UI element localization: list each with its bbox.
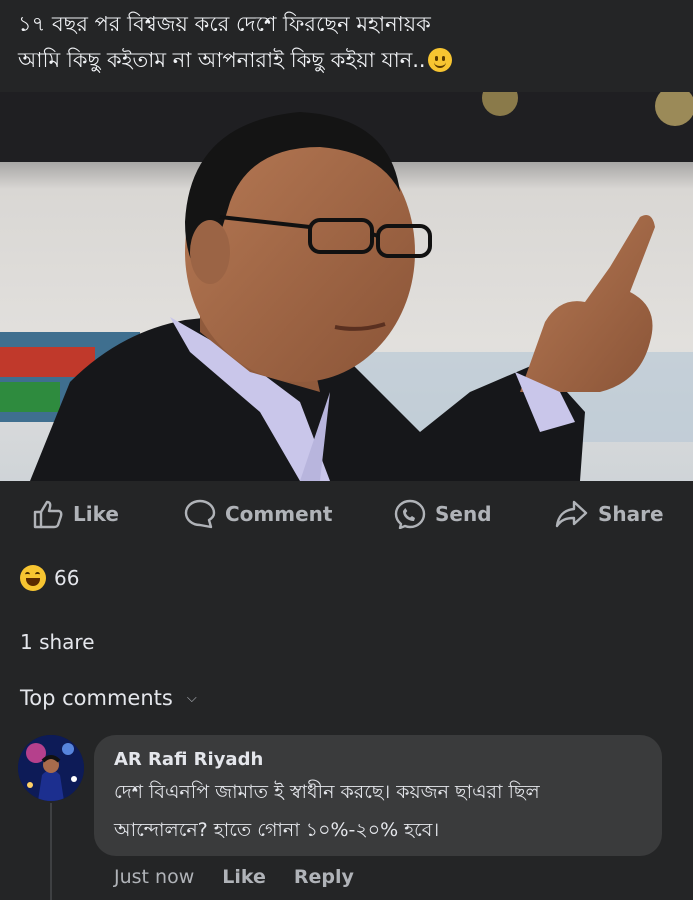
- post-caption-line-2: আমি কিছু কইতাম না আপনারাই কিছু কইয়া যান…: [18, 42, 675, 78]
- comment-bubble[interactable]: AR Rafi Riyadh দেশ বিএনপি জামাত ই স্বাধী…: [94, 735, 662, 856]
- post-photo[interactable]: [0, 92, 693, 481]
- comment-author[interactable]: AR Rafi Riyadh: [114, 747, 642, 773]
- like-button[interactable]: Like: [32, 499, 119, 529]
- comment-text: দেশ বিএনপি জামাত ই স্বাধীন করছে। কয়জন ছ…: [114, 773, 642, 849]
- comment-button-label: Comment: [225, 502, 333, 526]
- avatar-image: [18, 735, 84, 801]
- post-caption: ১৭ বছর পর বিশ্বজয় করে দেশে ফিরছেন মহানা…: [0, 0, 693, 92]
- messenger-icon: [394, 499, 426, 529]
- share-button-label: Share: [598, 502, 664, 526]
- reaction-summary[interactable]: 66: [20, 565, 79, 591]
- thread-line: [50, 803, 52, 900]
- photo-illustration: [0, 92, 693, 481]
- comment-like-button[interactable]: Like: [222, 866, 266, 888]
- comment-filter-dropdown[interactable]: Top comments ⌵: [20, 686, 197, 710]
- share-button[interactable]: Share: [555, 499, 664, 529]
- comment-bubble-icon: [184, 499, 216, 529]
- share-count[interactable]: 1 share: [20, 630, 95, 654]
- comment-meta: Just now Like Reply: [114, 866, 354, 888]
- post-caption-line-1: ১৭ বছর পর বিশ্বজয় করে দেশে ফিরছেন মহানা…: [18, 12, 431, 36]
- haha-emoji-icon: [20, 565, 46, 591]
- comment-button[interactable]: Comment: [184, 499, 332, 529]
- comment-text-line-2: আন্দোলনে? হাতে গোনা ১০%-২০% হবে।: [114, 819, 440, 841]
- post-caption-line-2-text: আমি কিছু কইতাম না আপনারাই কিছু কইয়া যান…: [18, 48, 426, 72]
- comment-filter-label: Top comments: [20, 686, 173, 710]
- chevron-down-icon: ⌵: [186, 690, 197, 706]
- comment-reply-button[interactable]: Reply: [294, 866, 354, 888]
- avatar[interactable]: [18, 735, 84, 801]
- post-action-bar: Like Comment Send Share: [0, 485, 693, 543]
- send-button-label: Send: [435, 502, 492, 526]
- like-button-label: Like: [73, 502, 119, 526]
- comment-timestamp: Just now: [114, 866, 195, 888]
- reaction-count: 66: [54, 566, 80, 590]
- share-arrow-icon: [555, 500, 588, 528]
- comment-text-line-1: দেশ বিএনপি জামাত ই স্বাধীন করছে। কয়জন ছ…: [114, 781, 540, 803]
- smile-emoji-icon: [427, 48, 452, 72]
- thumbs-up-icon: [33, 500, 63, 529]
- send-button[interactable]: Send: [394, 499, 492, 529]
